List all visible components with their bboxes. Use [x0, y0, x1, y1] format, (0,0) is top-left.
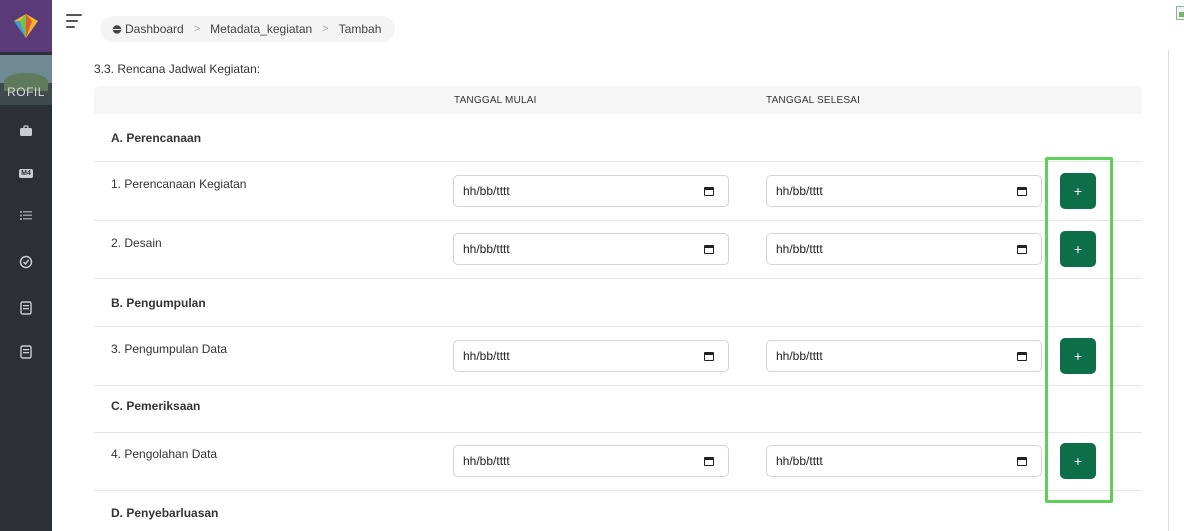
group-label: B. Pengumpulan: [111, 296, 206, 310]
calendar-icon[interactable]: [704, 187, 714, 196]
sidebar: ROFIL M4: [0, 0, 52, 531]
start-date-value: hh/bb/tttt: [463, 454, 510, 468]
breadcrumb: Dashboard > Metadata_kegiatan > Tambah: [100, 16, 396, 42]
table-row-group: A. Perencanaan: [94, 114, 1142, 162]
sidebar-item-list[interactable]: [16, 205, 36, 225]
group-label: D. Penyebarluasan: [111, 506, 219, 520]
table-row: 4. Pengolahan Data hh/bb/tttt hh/bb/tttt…: [94, 433, 1142, 491]
end-date-input[interactable]: hh/bb/tttt: [766, 445, 1042, 477]
profile-thumbnail-text: ROFIL: [7, 85, 45, 99]
broken-image-icon: [1176, 6, 1184, 20]
add-schedule-button[interactable]: +: [1060, 338, 1096, 374]
start-date-input[interactable]: hh/bb/tttt: [453, 233, 729, 265]
m4-icon: M4: [19, 168, 33, 178]
logo-icon: [14, 14, 38, 38]
calendar-icon[interactable]: [704, 245, 714, 254]
start-date-value: hh/bb/tttt: [463, 349, 510, 363]
section-title: 3.3. Rencana Jadwal Kegiatan:: [94, 62, 261, 76]
group-label: C. Pemeriksaan: [111, 399, 201, 413]
profile-thumbnail[interactable]: ROFIL: [0, 55, 52, 105]
add-schedule-button[interactable]: +: [1060, 443, 1096, 479]
calendar-icon[interactable]: [1017, 245, 1027, 254]
calendar-icon[interactable]: [1017, 187, 1027, 196]
calendar-icon[interactable]: [704, 457, 714, 466]
breadcrumb-metadata-kegiatan[interactable]: Metadata_kegiatan: [210, 22, 312, 36]
app-logo[interactable]: [0, 0, 52, 52]
start-date-input[interactable]: hh/bb/tttt: [453, 445, 729, 477]
row-label: 3. Pengumpulan Data: [111, 342, 228, 356]
sidebar-item-document-1[interactable]: [16, 298, 36, 318]
end-date-value: hh/bb/tttt: [776, 454, 823, 468]
table-row-group: C. Pemeriksaan: [94, 386, 1142, 433]
hamburger-menu-icon[interactable]: [66, 14, 82, 28]
sidebar-item-briefcase[interactable]: [16, 121, 36, 141]
row-label: 4. Pengolahan Data: [111, 447, 218, 461]
end-date-input[interactable]: hh/bb/tttt: [766, 340, 1042, 372]
calendar-icon[interactable]: [704, 352, 714, 361]
breadcrumb-separator-icon: >: [322, 23, 329, 35]
start-date-input[interactable]: hh/bb/tttt: [453, 175, 729, 207]
content-right-border: [1168, 50, 1169, 531]
schedule-table-header: TANGGAL MULAI TANGGAL SELESAI: [94, 86, 1142, 114]
table-row: 2. Desain hh/bb/tttt hh/bb/tttt +: [94, 221, 1142, 279]
briefcase-icon: [20, 125, 32, 136]
table-row: 1. Perencanaan Kegiatan hh/bb/tttt hh/bb…: [94, 162, 1142, 221]
end-date-input[interactable]: hh/bb/tttt: [766, 233, 1042, 265]
breadcrumb-dashboard[interactable]: Dashboard: [125, 22, 184, 36]
sidebar-item-m4[interactable]: M4: [16, 163, 36, 183]
start-date-input[interactable]: hh/bb/tttt: [453, 340, 729, 372]
table-row: 3. Pengumpulan Data hh/bb/tttt hh/bb/ttt…: [94, 327, 1142, 386]
end-date-value: hh/bb/tttt: [776, 349, 823, 363]
end-date-value: hh/bb/tttt: [776, 242, 823, 256]
sidebar-item-check[interactable]: [16, 252, 36, 272]
table-row-group: B. Pengumpulan: [94, 279, 1142, 327]
add-schedule-button[interactable]: +: [1060, 231, 1096, 267]
end-date-input[interactable]: hh/bb/tttt: [766, 175, 1042, 207]
row-label: 2. Desain: [111, 236, 162, 250]
document-icon: [20, 345, 32, 359]
document-icon: [20, 301, 32, 315]
group-label: A. Perencanaan: [111, 131, 202, 145]
column-header-end-date: TANGGAL SELESAI: [766, 95, 861, 106]
calendar-icon[interactable]: [1017, 457, 1027, 466]
start-date-value: hh/bb/tttt: [463, 184, 510, 198]
add-schedule-button[interactable]: +: [1060, 173, 1096, 209]
row-label: 1. Perencanaan Kegiatan: [111, 177, 247, 191]
table-row-group: D. Penyebarluasan: [94, 491, 1142, 531]
column-header-start-date: TANGGAL MULAI: [454, 95, 537, 106]
end-date-value: hh/bb/tttt: [776, 184, 823, 198]
calendar-icon[interactable]: [1017, 352, 1027, 361]
sidebar-item-document-2[interactable]: [16, 342, 36, 362]
list-icon: [20, 211, 32, 220]
top-header: Dashboard > Metadata_kegiatan > Tambah: [52, 0, 1184, 46]
breadcrumb-separator-icon: >: [193, 23, 201, 35]
start-date-value: hh/bb/tttt: [463, 242, 510, 256]
breadcrumb-current: Tambah: [338, 22, 382, 36]
check-circle-icon: [19, 255, 33, 269]
dashboard-icon: [112, 25, 122, 34]
